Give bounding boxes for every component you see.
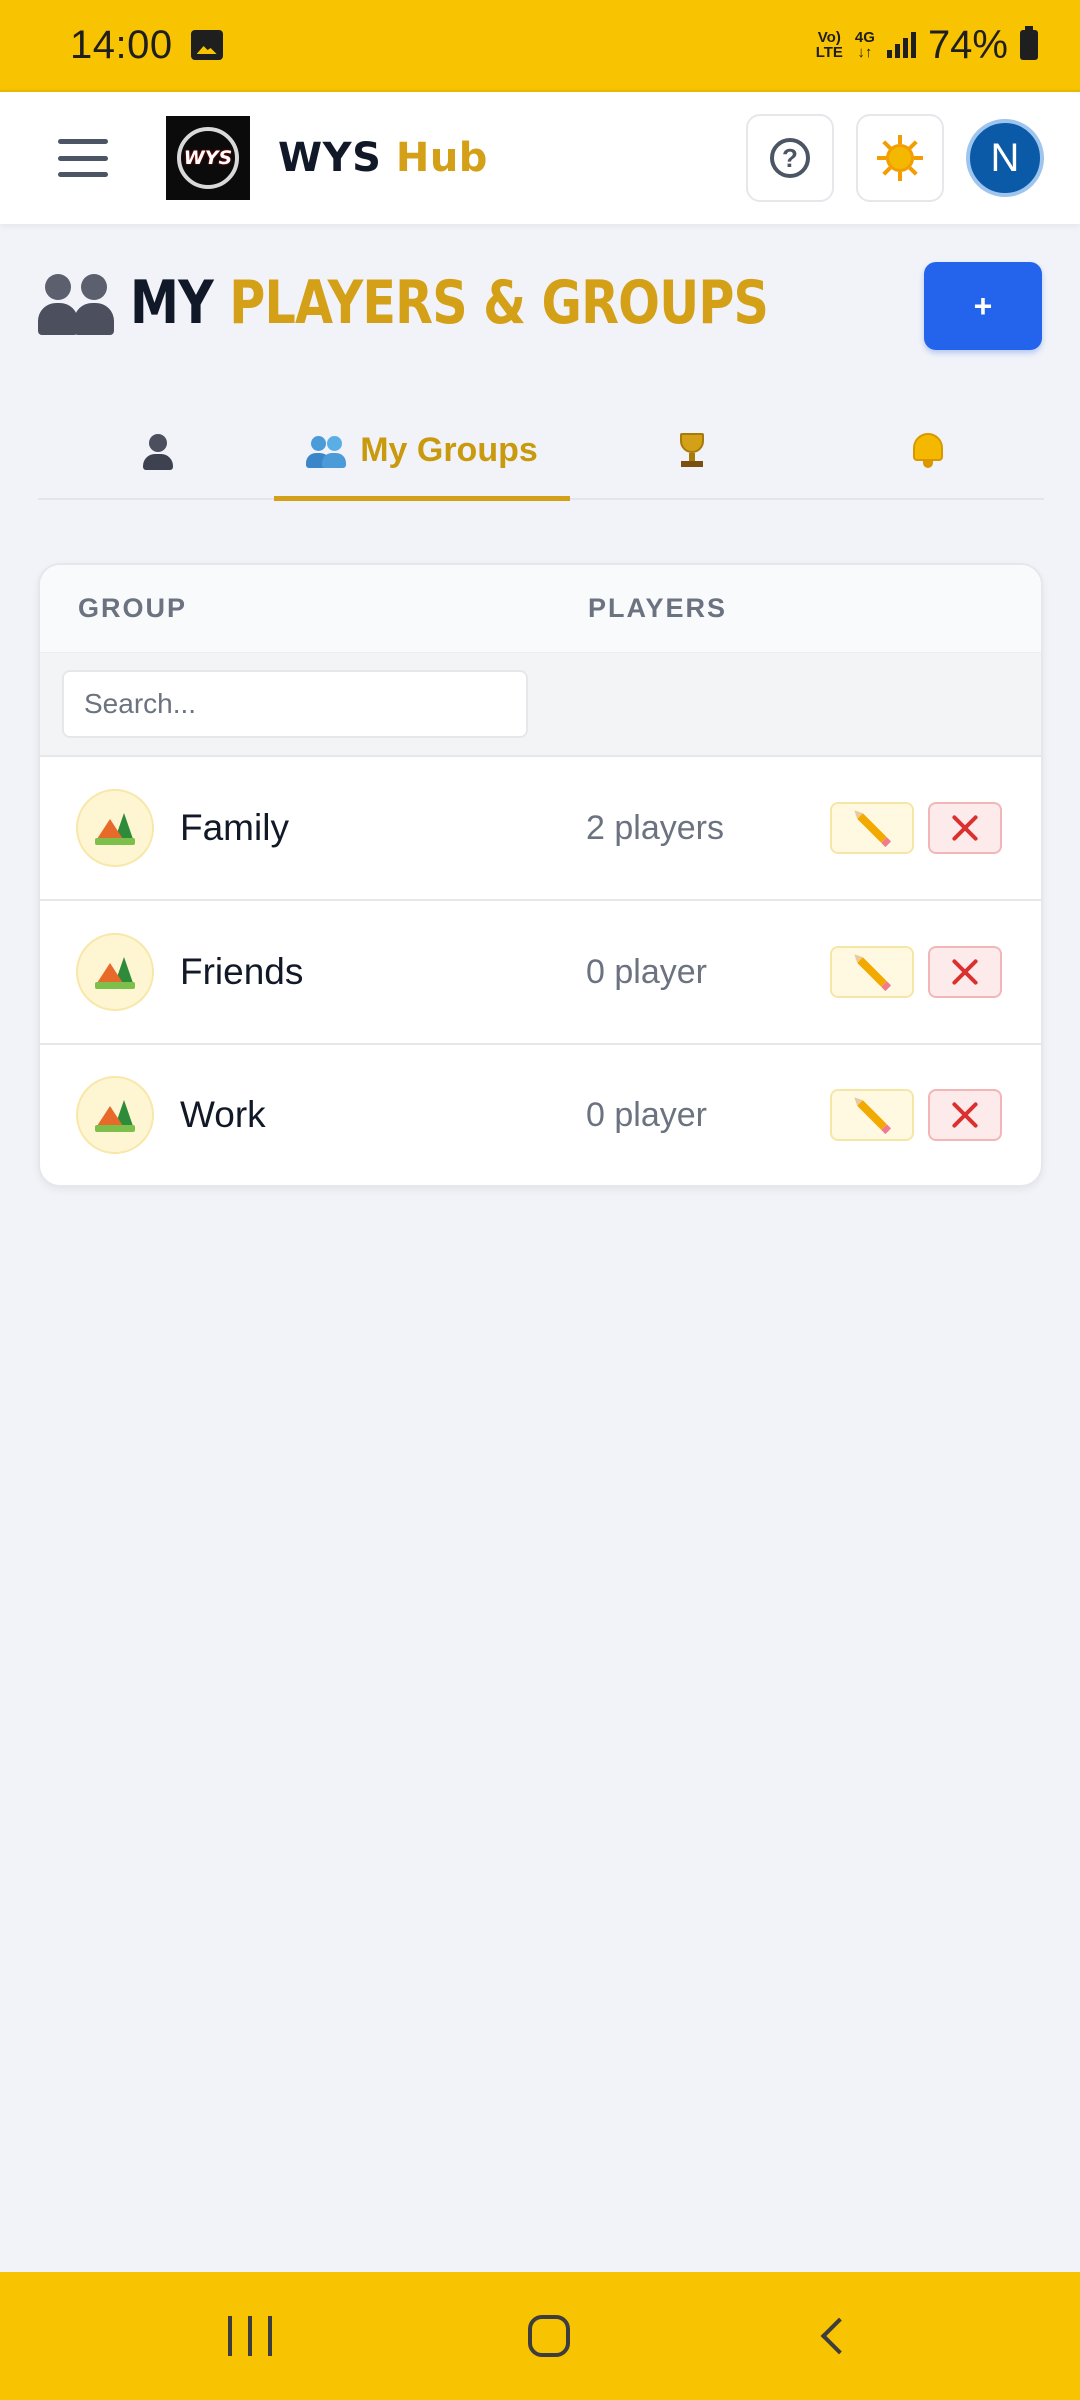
sun-icon — [877, 135, 923, 181]
signal-icon — [886, 32, 916, 58]
network-type-indicator: 4G ↓↑ — [855, 30, 875, 60]
group-avatar — [76, 789, 154, 867]
table-row[interactable]: Work 0 player — [40, 1045, 1041, 1185]
tab-notifications[interactable] — [868, 404, 988, 500]
volte-top: Vo) — [817, 29, 841, 46]
home-icon[interactable] — [528, 2315, 570, 2357]
groups-table: GROUP PLAYERS Family 2 players Friends 0… — [38, 563, 1043, 1187]
close-icon — [950, 1100, 980, 1130]
pencil-icon — [857, 957, 887, 987]
tab-my-groups-label: My Groups — [360, 430, 538, 469]
tab-trophies[interactable] — [632, 404, 752, 500]
user-avatar[interactable]: N — [966, 119, 1044, 197]
camping-icon — [95, 1098, 135, 1132]
delete-button[interactable] — [928, 946, 1002, 998]
camping-icon — [95, 955, 135, 989]
delete-button[interactable] — [928, 1089, 1002, 1141]
group-name: Family — [180, 807, 289, 848]
group-player-count: 2 players — [586, 808, 724, 847]
player-icon — [143, 434, 173, 470]
battery-percent: 74% — [927, 22, 1008, 67]
status-indicators: Vo) LTE 4G ↓↑ 74% — [816, 23, 1038, 68]
brand-name[interactable]: WYS Hub — [278, 135, 488, 181]
column-header-group[interactable]: GROUP — [78, 593, 588, 624]
table-row[interactable]: Friends 0 player — [40, 901, 1041, 1045]
theme-toggle-button[interactable] — [856, 114, 944, 202]
help-icon: ? — [770, 138, 810, 178]
tab-bar: My Groups — [38, 404, 1044, 501]
tab-players[interactable] — [98, 404, 218, 500]
status-bar: 14:00 Vo) LTE 4G ↓↑ 74% — [0, 0, 1080, 90]
image-notification-icon — [190, 30, 223, 60]
edit-button[interactable] — [830, 1089, 914, 1141]
app-header: WYS WYS Hub ? N — [0, 90, 1080, 224]
status-time: 14:00 — [70, 22, 173, 67]
brand-name-part1: WYS — [278, 135, 382, 181]
brand-name-part2: Hub — [395, 135, 488, 181]
close-icon — [950, 813, 980, 843]
logo-text: WYS — [183, 147, 233, 169]
add-group-button[interactable]: + — [924, 262, 1042, 350]
delete-button[interactable] — [928, 802, 1002, 854]
system-nav-bar — [0, 2272, 1080, 2400]
data-arrows-icon: ↓↑ — [857, 44, 873, 61]
help-button[interactable]: ? — [746, 114, 834, 202]
filter-row — [40, 653, 1041, 757]
group-name: Work — [180, 1094, 266, 1135]
volte-bottom: LTE — [815, 44, 843, 61]
groups-icon — [306, 432, 347, 468]
close-icon — [950, 957, 980, 987]
volte-indicator: Vo) LTE — [816, 30, 843, 60]
network-type-label: 4G — [854, 29, 875, 46]
column-header-players[interactable]: PLAYERS — [588, 593, 727, 624]
brand-logo[interactable]: WYS — [166, 116, 250, 200]
edit-button[interactable] — [830, 802, 914, 854]
search-input[interactable] — [62, 670, 528, 738]
group-name: Friends — [180, 951, 304, 992]
group-player-count: 0 player — [586, 952, 707, 991]
table-header: GROUP PLAYERS — [40, 565, 1041, 653]
edit-button[interactable] — [830, 946, 914, 998]
camping-icon — [95, 811, 135, 845]
group-avatar — [76, 933, 154, 1011]
back-icon[interactable] — [820, 2317, 858, 2355]
page-title-part2: PLAYERS & GROUPS — [229, 268, 769, 338]
pencil-icon — [857, 813, 887, 843]
page-title: MY PLAYERS & GROUPS — [38, 268, 908, 338]
recent-apps-icon[interactable] — [228, 2316, 272, 2356]
pencil-icon — [857, 1100, 887, 1130]
battery-icon — [1020, 26, 1038, 60]
tab-my-groups[interactable]: My Groups — [274, 404, 570, 501]
group-avatar — [76, 1076, 154, 1154]
page-title-part1: MY — [130, 268, 214, 338]
table-row[interactable]: Family 2 players — [40, 757, 1041, 901]
menu-icon[interactable] — [58, 139, 108, 177]
group-player-count: 0 player — [586, 1095, 707, 1134]
bell-icon — [910, 433, 946, 471]
trophy-icon — [675, 433, 709, 471]
players-groups-icon — [38, 270, 116, 336]
